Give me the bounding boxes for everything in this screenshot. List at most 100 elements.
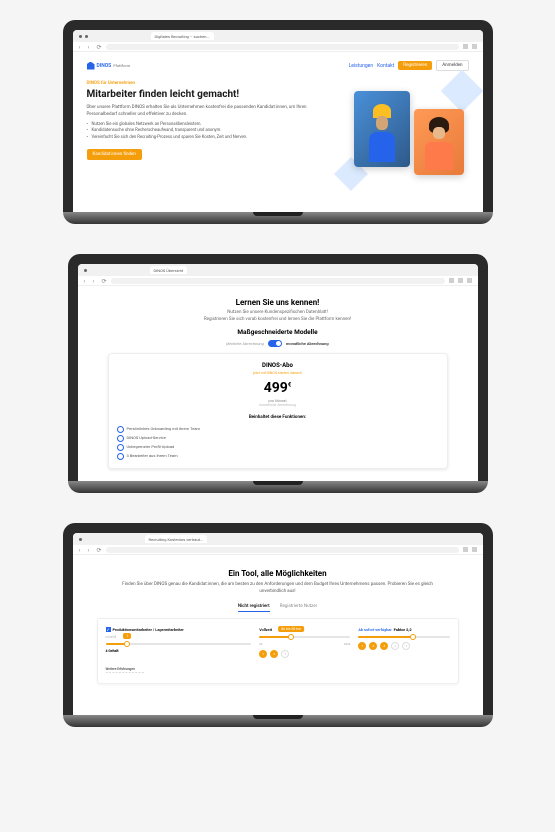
pricing-card: DINOS-Abo jetzt mit DINOS starten, danac… bbox=[108, 353, 448, 469]
slider-ends: 0k200k bbox=[259, 642, 350, 646]
back-icon[interactable]: ‹ bbox=[84, 278, 89, 283]
range-slider[interactable]: 8k bis 50 km bbox=[259, 636, 350, 638]
address-bar-row: ‹ › ⟳ bbox=[78, 276, 478, 286]
back-icon[interactable]: ‹ bbox=[79, 547, 84, 552]
login-button[interactable]: Anmelden bbox=[436, 60, 468, 71]
forward-icon[interactable]: › bbox=[88, 44, 93, 49]
plan-period-note: monatliche Abrechnung bbox=[117, 403, 439, 407]
calc-footer: Weitere Erfahrungen — — — — — — — — — — … bbox=[106, 667, 450, 675]
tab-registered[interactable]: Registrierte Nutzer bbox=[280, 604, 317, 612]
features-list: Persönliches Onboarding mit Ihrem Team D… bbox=[117, 424, 439, 460]
register-button[interactable]: Registrieren bbox=[398, 61, 432, 70]
nav-right: Leistungen Kontakt Registrieren Anmelden bbox=[349, 60, 469, 71]
back-icon[interactable]: ‹ bbox=[79, 44, 84, 49]
ext-icon[interactable] bbox=[449, 278, 454, 283]
address-bar[interactable] bbox=[111, 278, 445, 284]
stamp[interactable]: 2 bbox=[369, 642, 377, 650]
avail-row: Ab sofort verfügbar Faktor 2,2 bbox=[358, 627, 449, 632]
section-body: Finden Sie über DINOS genau die Kandidat… bbox=[117, 582, 439, 596]
addr-actions bbox=[449, 278, 472, 283]
screen-frame: Digitales Recruiting – suchen... ‹ › ⟳ D… bbox=[63, 20, 493, 212]
stamp[interactable]: 3 bbox=[380, 642, 388, 650]
factor-slider[interactable] bbox=[358, 636, 449, 638]
billing-toggle: jährliche Abrechnung monatliche Abrechnu… bbox=[108, 340, 448, 347]
salary-slider[interactable]: 1 bbox=[106, 643, 252, 645]
page-content: DINOS Plattform Leistungen Kontakt Regis… bbox=[73, 52, 483, 212]
laptop-mockup-1: Digitales Recruiting – suchen... ‹ › ⟳ D… bbox=[63, 20, 493, 224]
browser-chrome: Recruiting Kostenlos vertraut... bbox=[73, 533, 483, 545]
address-bar[interactable] bbox=[106, 547, 459, 553]
toggle-label-yearly[interactable]: jährliche Abrechnung bbox=[226, 341, 264, 346]
nav-link-services[interactable]: Leistungen bbox=[349, 63, 374, 69]
screen: Digitales Recruiting – suchen... ‹ › ⟳ D… bbox=[73, 30, 483, 212]
laptop-mockup-2: DINOS Übersicht ‹ › ⟳ Lernen Sie uns ken… bbox=[68, 254, 488, 493]
bullet-item: Nutzen Sie ein globales Netzwerk an Pers… bbox=[87, 122, 337, 129]
reload-icon[interactable]: ⟳ bbox=[102, 278, 107, 283]
window-dot bbox=[79, 538, 82, 541]
page-content: Lernen Sie uns kennen! Nutzen Sie unsere… bbox=[78, 286, 478, 481]
option-stamps: 1 2 3 bbox=[259, 650, 350, 658]
window-dot bbox=[84, 269, 87, 272]
hero-images bbox=[349, 81, 469, 191]
window-dot bbox=[79, 35, 82, 38]
section-subheading: Maßgeschneiderte Modelle bbox=[108, 328, 448, 336]
checkbox-icon[interactable] bbox=[106, 627, 111, 632]
hero-photo-professional bbox=[414, 109, 464, 175]
feature-item: Unbegrenzter Profil-Upload bbox=[117, 442, 439, 451]
browser-tab[interactable]: DINOS Übersicht bbox=[150, 266, 188, 274]
plan-price: 499€ bbox=[117, 380, 439, 396]
browser-tab[interactable]: Recruiting Kostenlos vertraut... bbox=[145, 535, 208, 543]
forward-icon[interactable]: › bbox=[93, 278, 98, 283]
toggle-label-monthly[interactable]: monatliche Abrechnung bbox=[286, 341, 329, 346]
ext-icon[interactable] bbox=[463, 547, 468, 552]
laptop-base bbox=[63, 715, 493, 727]
cta-button[interactable]: Kandidat:innen finden bbox=[87, 149, 142, 160]
stamp[interactable]: 4 bbox=[391, 642, 399, 650]
screen-frame: Recruiting Kostenlos vertraut... ‹ › ⟳ E… bbox=[63, 523, 493, 715]
feature-item: 3 Bearbeiter aus Ihrem Team bbox=[117, 451, 439, 460]
reload-icon[interactable]: ⟳ bbox=[97, 547, 102, 552]
address-bar[interactable] bbox=[106, 44, 459, 50]
ext-icon[interactable] bbox=[472, 44, 477, 49]
calc-row: Produktionsmitarbeiter / Lagermitarbeite… bbox=[106, 627, 450, 662]
worker-illustration bbox=[362, 99, 402, 159]
tab-unregistered[interactable]: Nicht registriert bbox=[238, 604, 270, 612]
time-label: Vollzeit bbox=[259, 627, 350, 632]
ext-icon[interactable] bbox=[458, 278, 463, 283]
logo[interactable]: DINOS Plattform bbox=[87, 62, 131, 70]
stamp[interactable]: 1 bbox=[259, 650, 267, 658]
stamp[interactable]: 5 bbox=[402, 642, 410, 650]
headline: Mitarbeiter finden leicht gemacht! bbox=[87, 89, 337, 101]
feature-item: Persönliches Onboarding mit Ihrem Team bbox=[117, 424, 439, 433]
laptop-base bbox=[68, 481, 488, 493]
stamp[interactable]: 1 bbox=[358, 642, 366, 650]
browser-chrome: DINOS Übersicht bbox=[78, 264, 478, 276]
logo-subtext: Plattform bbox=[113, 63, 130, 68]
reload-icon[interactable]: ⟳ bbox=[97, 44, 102, 49]
section-heading: Lernen Sie uns kennen! bbox=[108, 298, 448, 307]
browser-chrome: Digitales Recruiting – suchen... bbox=[73, 30, 483, 42]
page-content: Ein Tool, alle Möglichkeiten Finden Sie … bbox=[73, 555, 483, 715]
forward-icon[interactable]: › bbox=[88, 547, 93, 552]
ext-icon[interactable] bbox=[463, 44, 468, 49]
hero-text: DINOS für Unternehmen Mitarbeiter finden… bbox=[87, 81, 337, 191]
plan-name: DINOS-Abo bbox=[117, 362, 439, 369]
plan-tagline: jetzt mit DINOS starten, danach bbox=[117, 371, 439, 375]
section-sub: Registrieren Sie sich vorab kostenfrei u… bbox=[108, 317, 448, 322]
misc-text: — — — — — — — — — — — — bbox=[106, 671, 450, 675]
feature-item: DINOS Upload-Service bbox=[117, 433, 439, 442]
addr-actions bbox=[463, 547, 477, 552]
browser-tab[interactable]: Digitales Recruiting – suchen... bbox=[151, 32, 214, 40]
option-stamps: 1 2 3 4 5 bbox=[358, 642, 449, 650]
stamp[interactable]: 3 bbox=[281, 650, 289, 658]
stamp[interactable]: 2 bbox=[270, 650, 278, 658]
ext-icon[interactable] bbox=[467, 278, 472, 283]
ext-icon[interactable] bbox=[472, 547, 477, 552]
tabs: Nicht registriert Registrierte Nutzer bbox=[97, 604, 459, 612]
screen: DINOS Übersicht ‹ › ⟳ Lernen Sie uns ken… bbox=[78, 264, 478, 481]
person-illustration bbox=[420, 115, 458, 169]
role-label: Produktionsmitarbeiter / Lagermitarbeite… bbox=[106, 627, 252, 633]
toggle-switch[interactable] bbox=[268, 340, 282, 347]
nav-link-contact[interactable]: Kontakt bbox=[377, 63, 394, 69]
calc-col-time: Vollzeit 8k bis 50 km 0k200k 1 2 3 bbox=[259, 627, 350, 662]
